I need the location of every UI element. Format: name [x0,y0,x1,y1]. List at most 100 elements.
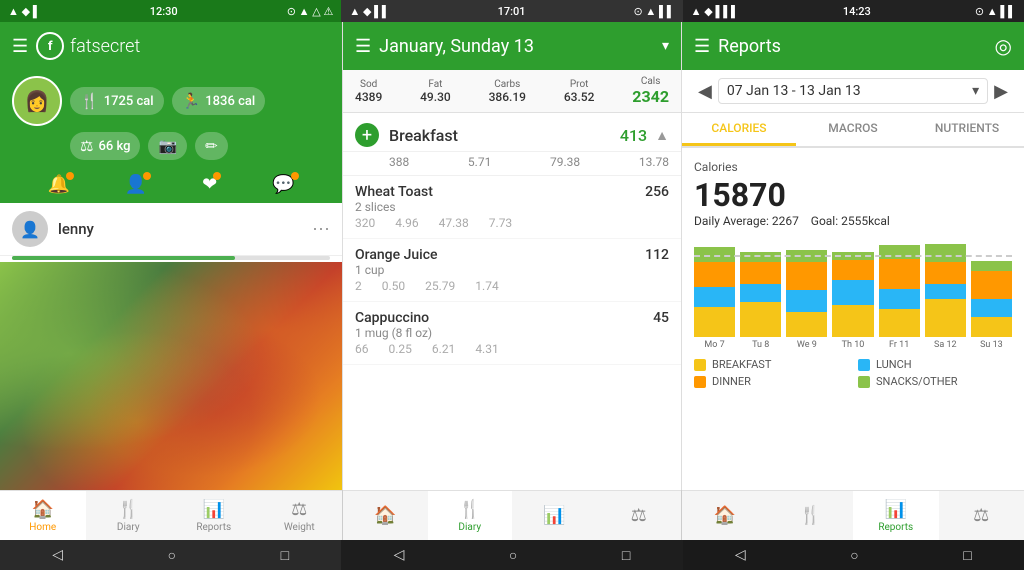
home-button-3[interactable]: ○ [850,547,858,564]
diary-weight-nav-icon: ⚖ [631,505,647,526]
seg-breakfast-fr11 [879,309,920,337]
diary-nav-icon: 🍴 [117,499,139,520]
bar-tu8: Tu 8 [740,252,781,350]
nav-reports-reports[interactable]: 📊 Reports [853,490,939,540]
totals-carbs: Carbs 386.19 [489,79,526,104]
bar-stack-th10 [832,252,873,337]
seg-lunch-we9 [786,290,827,312]
totals-fat: Fat 49.30 [420,79,451,104]
legend-breakfast: BREAKFAST [694,358,848,371]
app-logo: f fatsecret [36,32,140,60]
meal-expand-breakfast[interactable]: ▲ [655,127,669,144]
add-breakfast-button[interactable]: + [355,123,379,147]
home-button-1[interactable]: ○ [168,547,176,564]
favorites-icon-item[interactable]: ❤ [202,174,217,195]
nav-diary-diary[interactable]: 🍴 Diary [428,490,513,540]
tab-macros[interactable]: MACROS [796,113,910,146]
logo-icon: f [36,32,64,60]
calories-burned-badge[interactable]: 🏃 1836 cal [172,87,266,115]
notifications-icon-item[interactable]: 🔔 [47,174,69,195]
food-image [0,262,342,490]
nav-diary-home[interactable]: 🏠 [343,490,428,540]
bar-label-th10: Th 10 [842,340,865,350]
nav-home-weight[interactable]: ⚖ Weight [257,490,343,540]
meal-header-breakfast: + Breakfast 413 ▲ [343,113,681,152]
nav-home-reports[interactable]: 📊 Reports [171,490,257,540]
date-next-button[interactable]: ▶ [988,79,1014,104]
legend-label-breakfast: BREAKFAST [712,358,771,371]
wt-prot: 7.73 [489,216,512,230]
date-range-display[interactable]: 07 Jan 13 - 13 Jan 13 ▾ [718,78,988,104]
dots-menu[interactable]: ⋯ [312,219,330,240]
cap-sod: 66 [355,342,369,356]
cap-serving: 1 mug (8 fl oz) [355,326,669,340]
camera-badge[interactable]: 📷 [148,132,187,160]
status-bar-2: ▲ ◆ ▌▌ 17:01 ⊙ ▲ ▌▌ [341,0,682,22]
sys-nav-3: ◁ ○ □ [683,540,1024,570]
seg-dinner-mo7 [694,262,735,287]
recents-button-1[interactable]: □ [281,547,289,564]
recents-button-2[interactable]: □ [622,547,630,564]
home-button-2[interactable]: ○ [509,547,517,564]
cap-name: Cappuccino [355,310,429,326]
diary-hamburger-icon[interactable]: ☰ [355,36,371,57]
back-button-2[interactable]: ◁ [394,547,405,563]
food-item-oj[interactable]: Orange Juice 112 1 cup 2 0.50 25.79 1.74 [343,239,681,302]
diary-diary-nav-label: Diary [458,522,481,533]
calories-eaten-badge[interactable]: 🍴 1725 cal [70,87,164,115]
food-item-cap-row1: Cappuccino 45 [355,310,669,326]
bar-sa12: Sa 12 [925,244,966,350]
oj-sod: 2 [355,279,362,293]
diary-dropdown-arrow[interactable]: ▾ [662,38,669,54]
bar-label-mo7: Mo 7 [704,340,724,350]
nav-home-diary[interactable]: 🍴 Diary [86,490,172,540]
seg-lunch-tu8 [740,284,781,302]
totals-carbs-value: 386.19 [489,90,526,104]
nav-reports-home[interactable]: 🏠 [682,490,768,540]
tab-calories[interactable]: CALORIES [682,113,796,146]
legend-dot-lunch [858,359,870,371]
bar-stack-mo7 [694,247,735,337]
nav-reports-diary[interactable]: 🍴 [768,490,854,540]
breakfast-prot: 13.78 [639,155,669,169]
nav-reports-weight[interactable]: ⚖ [939,490,1024,540]
back-button-3[interactable]: ◁ [735,547,746,563]
bar-label-su13: Su 13 [980,340,1003,350]
hamburger-icon[interactable]: ☰ [12,36,28,57]
back-button-1[interactable]: ◁ [52,547,63,563]
nav-diary-weight[interactable]: ⚖ [597,490,682,540]
nav-diary-reports[interactable]: 📊 [512,490,597,540]
meal-section-breakfast: + Breakfast 413 ▲ 388 5.71 79.38 13.78 W… [343,113,681,365]
cap-fat: 0.25 [389,342,412,356]
wt-carbs: 47.38 [439,216,469,230]
date-prev-button[interactable]: ◀ [692,79,718,104]
reports-hamburger-icon[interactable]: ☰ [694,36,710,57]
nav-home-home[interactable]: 🏠 Home [0,490,86,540]
diary-totals: Sod 4389 Fat 49.30 Carbs 386.19 Prot 63.… [343,70,681,113]
favorites-dot [213,172,221,180]
food-item-cappuccino[interactable]: Cappuccino 45 1 mug (8 fl oz) 66 0.25 6.… [343,302,681,365]
friends-icon-item[interactable]: 👤 [125,174,147,195]
cap-macros: 66 0.25 6.21 4.31 [355,342,669,356]
goal-text: Goal: 2555kcal [811,214,890,228]
target-icon[interactable]: ◎ [995,34,1012,58]
tab-nutrients[interactable]: NUTRIENTS [910,113,1024,146]
messages-icon-item[interactable]: 💬 [272,174,294,195]
edit-badge[interactable]: ✏ [195,132,228,160]
status-left-icons-1: ▲ ◆ ▌ [8,5,41,18]
recents-button-3[interactable]: □ [963,547,971,564]
date-range-text: 07 Jan 13 - 13 Jan 13 [727,83,861,99]
weight-nav-label: Weight [284,522,315,533]
reports-reports-nav-icon: 📊 [885,499,907,520]
oj-fat: 0.50 [382,279,405,293]
home-icons-row: 🔔 👤 ❤ 💬 [0,170,342,203]
reports-diary-nav-icon: 🍴 [799,505,821,526]
date-dropdown-icon: ▾ [972,83,979,99]
weight-badge[interactable]: ⚖ 66 kg [70,132,140,160]
food-item-wheat-toast[interactable]: Wheat Toast 256 2 slices 320 4.96 47.38 … [343,176,681,239]
user-avatar-small: 👤 [12,211,48,247]
seg-lunch-mo7 [694,287,735,307]
totals-cals: Cals 2342 [632,76,669,106]
bar-su13: Su 13 [971,261,1012,350]
sys-nav-2: ◁ ○ □ [341,540,682,570]
